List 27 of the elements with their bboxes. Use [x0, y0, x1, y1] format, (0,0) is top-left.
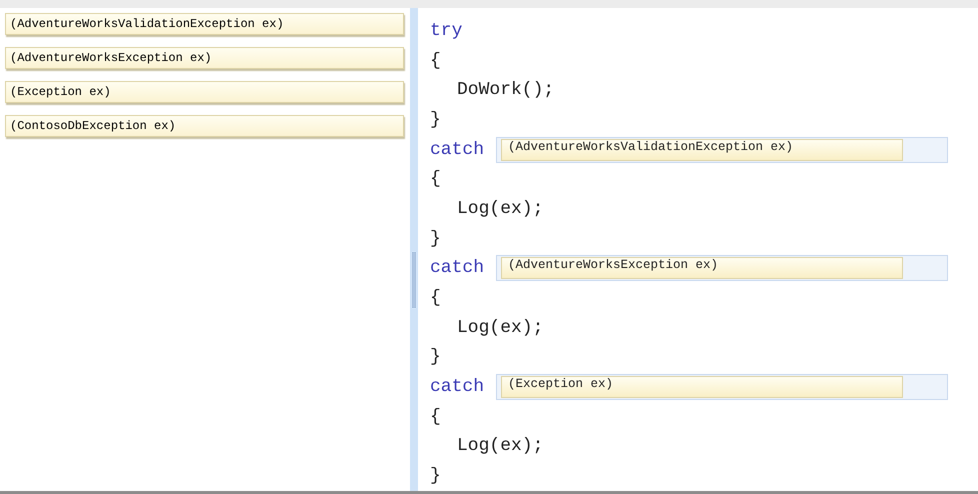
code-statement: Log(ex);: [457, 318, 544, 338]
code-keyword: catch: [430, 258, 484, 278]
answer-item[interactable]: (Exception ex): [501, 376, 904, 398]
code-statement: Log(ex);: [457, 198, 544, 219]
code-brace: }: [430, 228, 441, 249]
code-brace: {: [430, 406, 441, 427]
answer-item[interactable]: (AdventureWorksValidationException ex): [5, 13, 404, 35]
drop-zone[interactable]: (Exception ex): [496, 374, 948, 400]
code-keyword: try: [430, 20, 462, 41]
code-statement: DoWork();: [457, 80, 554, 100]
code-brace: {: [430, 50, 441, 71]
code-brace: {: [430, 288, 441, 308]
splitter-grip[interactable]: [412, 252, 416, 308]
answer-item[interactable]: (AdventureWorksException ex): [5, 47, 404, 69]
code-statement: Log(ex);: [457, 436, 544, 456]
code-keyword: catch: [430, 377, 484, 398]
drop-zone[interactable]: (AdventureWorksException ex): [496, 255, 948, 282]
code-brace: }: [430, 347, 441, 368]
code-brace: }: [430, 466, 441, 486]
answer-item[interactable]: (Exception ex): [5, 81, 404, 103]
answer-item[interactable]: (AdventureWorksValidationException ex): [501, 138, 904, 161]
code-keyword: catch: [430, 140, 484, 160]
answer-item[interactable]: (ContosoDbException ex): [5, 115, 404, 137]
drop-zone[interactable]: (AdventureWorksValidationException ex): [496, 136, 948, 163]
code-brace: }: [430, 110, 441, 130]
answer-item[interactable]: (AdventureWorksException ex): [501, 257, 904, 280]
code-brace: {: [430, 169, 441, 190]
